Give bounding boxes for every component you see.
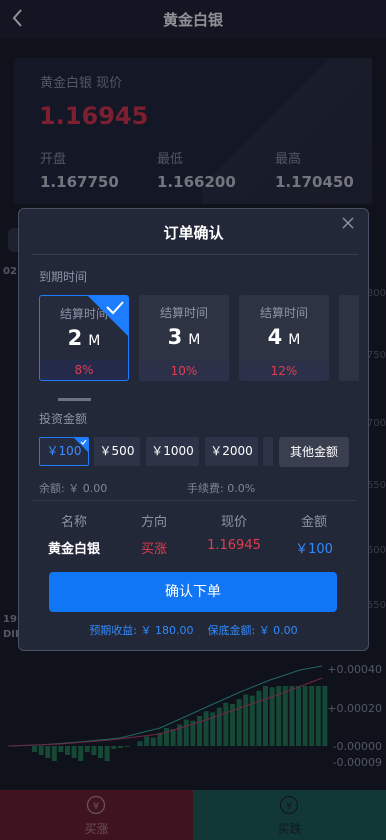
confirm-order-button[interactable]: 确认下单 bbox=[49, 572, 337, 612]
order-confirm-dialog: 订单确认 到期时间 结算时间 2M 8% 结算时间 3M 10% 结算时间 4M… bbox=[18, 208, 369, 651]
other-amount-button[interactable]: 其他金额 bbox=[279, 437, 349, 467]
header-direction: 方向 bbox=[140, 515, 167, 530]
expiry-number: 2 bbox=[67, 326, 83, 350]
order-product: 黄金白银 bbox=[47, 542, 100, 557]
amount-option-100[interactable]: ￥100 bbox=[39, 437, 89, 466]
amount-option-more[interactable] bbox=[263, 437, 273, 466]
expiry-value: 3M bbox=[139, 325, 229, 349]
fee-text: 手续费: 0.0% bbox=[187, 482, 256, 495]
expiry-option-3m[interactable]: 结算时间 3M 10% bbox=[139, 295, 229, 381]
amount-option-2000[interactable]: ￥2000 bbox=[205, 437, 258, 466]
amount-label: 投资金额 bbox=[39, 412, 88, 426]
expiry-unit: M bbox=[188, 332, 201, 348]
expiry-caption: 结算时间 bbox=[259, 306, 308, 320]
expiry-rate: 10% bbox=[139, 361, 229, 381]
divider bbox=[32, 254, 358, 255]
expiry-number: 3 bbox=[167, 325, 183, 349]
close-icon[interactable] bbox=[341, 216, 355, 230]
selected-check-icon bbox=[88, 296, 128, 336]
amount-option-1000[interactable]: ￥1000 bbox=[146, 437, 199, 466]
order-price: 1.16945 bbox=[207, 538, 261, 553]
balance-text: 余额: ￥ 0.00 bbox=[39, 482, 108, 495]
expiry-unit: M bbox=[288, 332, 301, 348]
dialog-title: 订单确认 bbox=[163, 224, 224, 242]
order-direction: 买涨 bbox=[140, 542, 167, 557]
expiry-number: 4 bbox=[267, 325, 283, 349]
expiry-option-2m[interactable]: 结算时间 2M 8% bbox=[39, 295, 129, 381]
expiry-option-4m[interactable]: 结算时间 4M 12% bbox=[239, 295, 329, 381]
expiry-caption: 结算时间 bbox=[159, 306, 208, 320]
expiry-label: 到期时间 bbox=[39, 270, 88, 284]
selected-check-icon bbox=[74, 438, 88, 452]
order-amount: ￥100 bbox=[295, 542, 333, 557]
expiry-rate: 12% bbox=[239, 361, 329, 381]
header-name: 名称 bbox=[60, 515, 87, 530]
divider bbox=[32, 500, 356, 501]
expiry-value: 4M bbox=[239, 325, 329, 349]
expected-return-note: 预期收益: ￥ 180.00 保底金额: ￥ 0.00 bbox=[89, 624, 298, 637]
expiry-option-more[interactable] bbox=[339, 295, 359, 381]
expiry-rate: 8% bbox=[40, 360, 128, 380]
header-amount: 金额 bbox=[300, 515, 327, 530]
scroll-indicator bbox=[58, 398, 91, 401]
header-price: 现价 bbox=[220, 515, 247, 530]
amount-option-500[interactable]: ￥500 bbox=[94, 437, 140, 466]
